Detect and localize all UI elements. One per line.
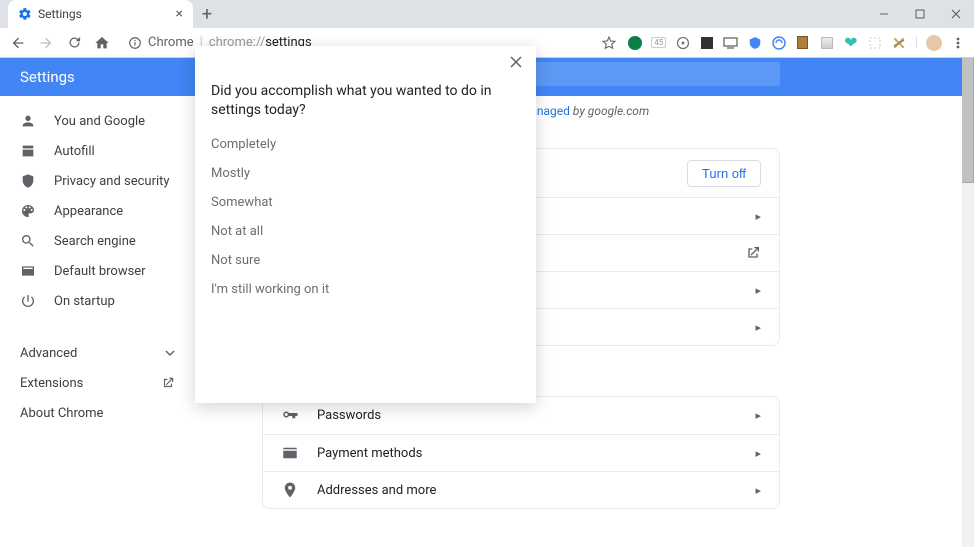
chevron-right-icon: ▸ — [755, 210, 761, 223]
browser-menu-button[interactable] — [950, 35, 966, 51]
bookmark-star-icon[interactable] — [599, 35, 619, 51]
key-icon — [281, 407, 299, 425]
scrollbar-thumb[interactable] — [962, 58, 974, 183]
site-info-icon — [128, 36, 142, 50]
close-tab-icon[interactable]: × — [176, 6, 183, 22]
sidebar-item-default-browser[interactable]: Default browser — [0, 256, 195, 286]
extension-icon[interactable]: 45 — [651, 35, 667, 51]
extension-icon[interactable] — [867, 35, 883, 51]
extension-icon[interactable] — [819, 35, 835, 51]
omnibox-origin-chip: Chrome — [148, 35, 194, 50]
sidebar-item-label: On startup — [54, 294, 115, 309]
payment-methods-row[interactable]: Payment methods ▸ — [263, 434, 779, 471]
palette-icon — [20, 203, 36, 219]
survey-close-button[interactable] — [506, 52, 526, 72]
row-label: Addresses and more — [317, 483, 436, 498]
chevron-right-icon: ▸ — [755, 321, 761, 334]
sidebar-item-label: Appearance — [54, 204, 123, 219]
sidebar-item-about-chrome[interactable]: About Chrome — [0, 398, 195, 428]
back-button[interactable] — [8, 35, 28, 51]
maximize-window-button[interactable] — [902, 0, 938, 28]
survey-option[interactable]: Not sure — [195, 246, 536, 275]
tab-title: Settings — [38, 7, 82, 21]
survey-option[interactable]: I'm still working on it — [195, 275, 536, 304]
location-icon — [281, 481, 299, 499]
sidebar-item-appearance[interactable]: Appearance — [0, 196, 195, 226]
sidebar-item-label: Search engine — [54, 234, 136, 249]
profile-avatar[interactable] — [926, 35, 942, 51]
sidebar-item-label: Autofill — [54, 144, 95, 159]
sidebar-item-autofill[interactable]: Autofill — [0, 136, 195, 166]
sidebar-item-label: Privacy and security — [54, 174, 170, 189]
header-title: Settings — [20, 68, 75, 86]
extension-icon[interactable] — [675, 35, 691, 51]
browser-icon — [20, 263, 36, 279]
external-link-icon — [745, 245, 761, 261]
forward-button[interactable] — [36, 35, 56, 51]
survey-option[interactable]: Not at all — [195, 217, 536, 246]
settings-sidebar: You and Google Autofill Privacy and secu… — [0, 96, 195, 547]
new-tab-button[interactable]: + — [193, 0, 221, 28]
chevron-right-icon: ▸ — [755, 409, 761, 422]
external-link-icon — [161, 376, 175, 390]
autofill-card: Passwords ▸ Payment methods ▸ Addresses … — [262, 396, 780, 509]
sidebar-item-extensions[interactable]: Extensions — [0, 368, 195, 398]
sidebar-item-you-and-google[interactable]: You and Google — [0, 106, 195, 136]
extension-icon[interactable] — [723, 35, 739, 51]
extension-icon[interactable]: ❤ — [843, 35, 859, 51]
sidebar-item-label: You and Google — [54, 114, 145, 129]
chevron-down-icon — [165, 348, 175, 358]
reload-button[interactable] — [64, 35, 84, 50]
browser-tab-strip: Settings × + — [0, 0, 974, 28]
extension-icon[interactable] — [699, 35, 715, 51]
row-label: Passwords — [317, 408, 381, 423]
extension-icon[interactable] — [795, 35, 811, 51]
chevron-right-icon: ▸ — [755, 484, 761, 497]
gear-icon — [18, 7, 32, 21]
turn-off-sync-button[interactable]: Turn off — [687, 160, 761, 187]
survey-option[interactable]: Somewhat — [195, 188, 536, 217]
sidebar-item-on-startup[interactable]: On startup — [0, 286, 195, 316]
search-icon — [20, 233, 36, 249]
home-button[interactable] — [92, 35, 112, 51]
window-controls — [866, 0, 974, 28]
extension-icons-row: 45 ❤ | — [627, 35, 966, 51]
credit-card-icon — [281, 444, 299, 462]
addresses-row[interactable]: Addresses and more ▸ — [263, 471, 779, 508]
extension-icon[interactable] — [627, 35, 643, 51]
sidebar-item-search-engine[interactable]: Search engine — [0, 226, 195, 256]
chevron-right-icon: ▸ — [755, 284, 761, 297]
sidebar-item-label: Default browser — [54, 264, 146, 279]
extension-icon[interactable] — [771, 35, 787, 51]
person-icon — [20, 113, 36, 129]
close-window-button[interactable] — [938, 0, 974, 28]
survey-option[interactable]: Completely — [195, 130, 536, 159]
sidebar-item-privacy[interactable]: Privacy and security — [0, 166, 195, 196]
extension-icon[interactable] — [891, 35, 907, 51]
chevron-right-icon: ▸ — [755, 447, 761, 460]
survey-option[interactable]: Mostly — [195, 159, 536, 188]
autofill-icon — [20, 143, 36, 159]
shield-icon — [20, 173, 36, 189]
survey-popup: Did you accomplish what you wanted to do… — [195, 46, 536, 403]
minimize-window-button[interactable] — [866, 0, 902, 28]
extension-icon[interactable] — [747, 35, 763, 51]
survey-question: Did you accomplish what you wanted to do… — [195, 46, 536, 130]
row-label: Payment methods — [317, 446, 422, 461]
power-icon — [20, 293, 36, 309]
sidebar-advanced-toggle[interactable]: Advanced — [0, 338, 195, 368]
browser-tab-settings[interactable]: Settings × — [8, 0, 193, 28]
